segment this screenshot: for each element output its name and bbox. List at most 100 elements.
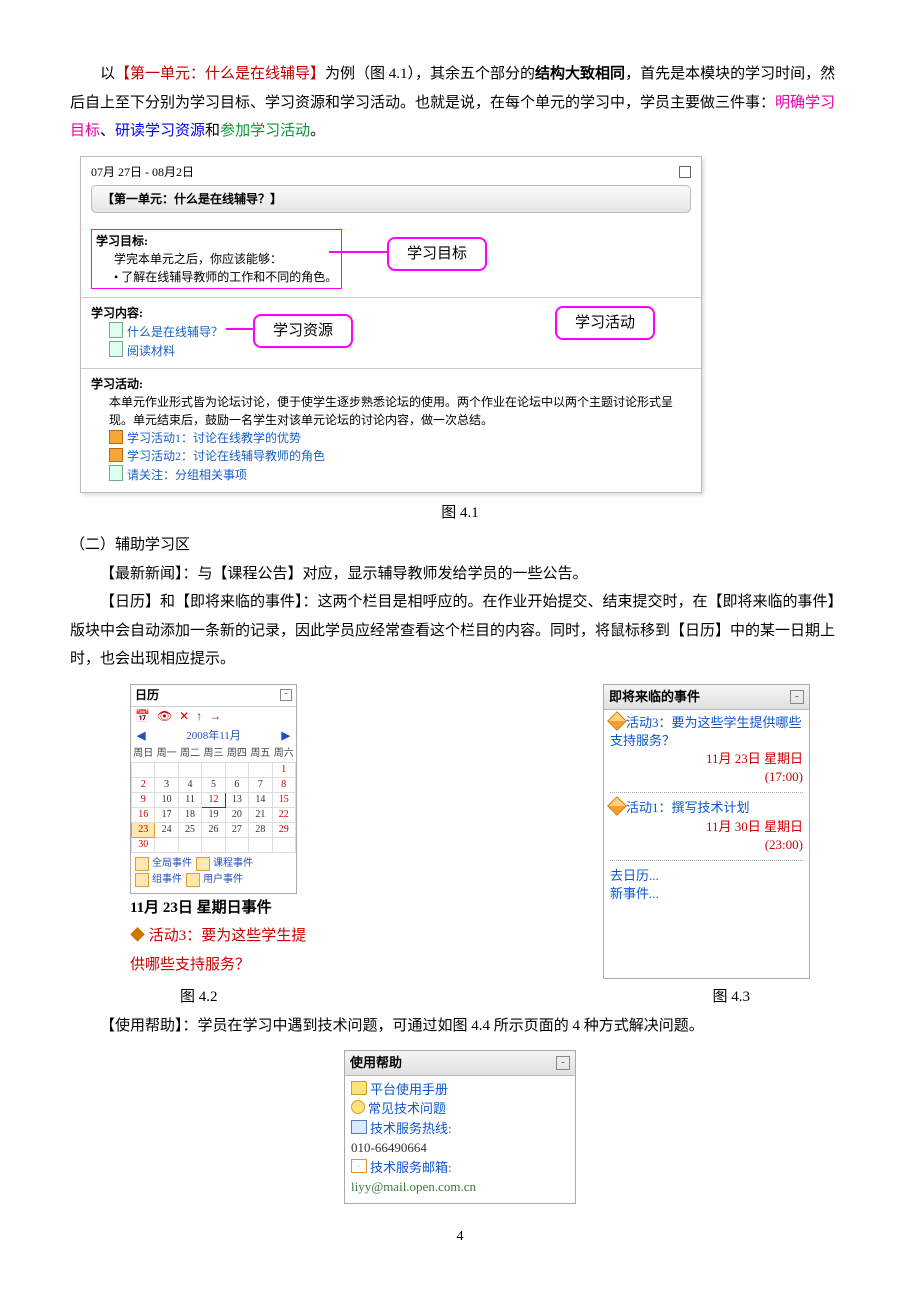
fig43-link2[interactable]: 新事件... xyxy=(610,885,803,903)
legend-2a[interactable]: 组事件 xyxy=(152,873,182,886)
legend-1a[interactable]: 全局事件 xyxy=(152,857,192,870)
fig43-ev1-date2: (17:00) xyxy=(610,768,803,786)
fig41-date-range: 07月 27日 - 08月2日 xyxy=(91,163,194,181)
intro-c3: 参加学习活动 xyxy=(220,123,310,139)
p-news: 【最新新闻】：与【课程公告】对应，显示辅导教师发给学员的一些公告。 xyxy=(70,560,850,589)
event-icon xyxy=(607,711,627,731)
fig43-title: 即将来临的事件 xyxy=(609,688,700,706)
intro-bold1: 结构大致相同 xyxy=(535,66,625,82)
calendar-cell[interactable]: 11 xyxy=(178,792,201,807)
fig44-l2[interactable]: 常见技术问题 xyxy=(368,1101,446,1116)
intro-sep2: 和 xyxy=(205,123,220,139)
calendar-cell[interactable]: 23 xyxy=(132,822,155,837)
intro-sep1: 、 xyxy=(100,123,115,139)
calendar-cell[interactable]: 10 xyxy=(155,792,178,807)
wk-6: 周六 xyxy=(272,745,295,763)
calendar-cell xyxy=(225,837,248,852)
figures-4-2-4-3-row: 日历- 📅 👁 ✕ ↑ → ◀ 2008年11月 ▶ 周日 周一 周二 周三 周… xyxy=(70,684,850,980)
calendar-cell xyxy=(202,762,225,777)
fig44-l1[interactable]: 平台使用手册 xyxy=(370,1082,448,1097)
fig41-activity-link1[interactable]: 学习活动1：讨论在线教学的优势 xyxy=(127,431,301,445)
caption-4-3: 图 4.3 xyxy=(712,983,750,1012)
fig44-l4[interactable]: 技术服务邮箱: xyxy=(370,1160,452,1175)
calendar-cell[interactable]: 3 xyxy=(155,777,178,792)
phone-icon xyxy=(351,1120,367,1134)
calendar-cell[interactable]: 18 xyxy=(178,807,201,822)
fig41-titlebar: 【第一单元：什么是在线辅导？】 xyxy=(91,185,691,213)
calendar-cell[interactable]: 2 xyxy=(132,777,155,792)
fig43-ev1: 活动3：要为这些学生提供哪些支持服务？ xyxy=(610,714,803,750)
calendar-cell[interactable]: 7 xyxy=(249,777,272,792)
prev-month-icon[interactable]: ◀ xyxy=(137,729,145,743)
calendar-cell[interactable]: 20 xyxy=(225,807,248,822)
calendar-cell[interactable]: 22 xyxy=(272,807,295,822)
fig41-content-link2[interactable]: 阅读材料 xyxy=(127,344,175,358)
wk-3: 周三 xyxy=(202,745,225,763)
calendar-cell[interactable]: 19 xyxy=(202,807,225,822)
calendar-cell[interactable]: 12 xyxy=(202,792,225,807)
fig41-collapse-box-icon[interactable] xyxy=(679,166,691,178)
calendar-cell[interactable]: 16 xyxy=(132,807,155,822)
minimize-icon[interactable]: - xyxy=(280,689,292,701)
fig44-email: liyy@mail.open.com.cn xyxy=(351,1177,569,1197)
figure-4-4: 使用帮助- 平台使用手册 常见技术问题 技术服务热线: 010-66490664… xyxy=(344,1050,576,1204)
legend-2b[interactable]: 用户事件 xyxy=(203,873,243,886)
captions-row: 图 4.2 图 4.3 xyxy=(70,983,850,1012)
fig44-l3[interactable]: 技术服务热线: xyxy=(370,1121,452,1136)
legend-1b[interactable]: 课程事件 xyxy=(213,857,253,870)
legend-swatch-icon xyxy=(135,873,149,887)
intro-tail: 。 xyxy=(310,123,325,139)
callout-goal: 学习目标 xyxy=(387,237,487,272)
fig41-content-label: 学习内容: xyxy=(91,304,691,322)
calendar-cell xyxy=(155,762,178,777)
calendar-cell xyxy=(272,837,295,852)
calendar-cell[interactable]: 21 xyxy=(249,807,272,822)
fig43-link1[interactable]: 去日历... xyxy=(610,867,803,885)
calendar-tooltip: 11月 23日 星期日事件 ◆ 活动3：要为这些学生提供哪些支持服务？ xyxy=(130,894,310,980)
calendar-cell[interactable]: 6 xyxy=(225,777,248,792)
calendar-cell[interactable]: 14 xyxy=(249,792,272,807)
calendar-cell xyxy=(132,762,155,777)
fig43-ev1-date1: 11月 23日 星期日 xyxy=(610,750,803,768)
legend-swatch-icon xyxy=(135,857,149,871)
calendar-cell[interactable]: 13 xyxy=(225,792,248,807)
calendar-cell[interactable]: 8 xyxy=(272,777,295,792)
next-month-icon[interactable]: ▶ xyxy=(282,729,290,743)
fig41-content-link1[interactable]: 什么是在线辅导？ xyxy=(127,325,223,339)
tooltip-title: 11月 23日 星期日事件 xyxy=(130,894,310,923)
doc-icon xyxy=(109,465,123,481)
calendar-cell[interactable]: 17 xyxy=(155,807,178,822)
caption-4-2: 图 4.2 xyxy=(180,983,218,1012)
fig41-activity-link2[interactable]: 学习活动2：讨论在线辅导教师的角色 xyxy=(127,449,325,463)
minimize-icon[interactable]: - xyxy=(556,1056,570,1070)
calendar-cell[interactable]: 28 xyxy=(249,822,272,837)
fig42-month[interactable]: 2008年11月 xyxy=(186,729,241,743)
calendar-cell[interactable]: 26 xyxy=(202,822,225,837)
fig41-activity-link3[interactable]: 请关注：分组相关事项 xyxy=(127,468,247,482)
fig42-toolbar-icons[interactable]: 📅 👁 ✕ ↑ → xyxy=(131,707,296,727)
figure-4-1: 07月 27日 - 08月2日 【第一单元：什么是在线辅导？】 学习目标: 学完… xyxy=(80,156,702,493)
intro-after-ref: 为例（图 4.1），其余五个部分的 xyxy=(325,66,535,82)
caption-4-1: 图 4.1 xyxy=(70,499,850,528)
calendar-cell xyxy=(155,837,178,852)
wk-1: 周一 xyxy=(155,745,178,763)
calendar-cell[interactable]: 25 xyxy=(178,822,201,837)
fig41-activity-desc: 本单元作业形式皆为论坛讨论，便于使学生逐步熟悉论坛的使用。两个作业在论坛中以两个… xyxy=(91,393,691,429)
legend-swatch-icon xyxy=(186,873,200,887)
forum-icon xyxy=(109,430,123,444)
doc-icon xyxy=(109,322,123,338)
intro-c2: 研读学习资源 xyxy=(115,123,205,139)
wk-2: 周二 xyxy=(178,745,201,763)
calendar-cell[interactable]: 24 xyxy=(155,822,178,837)
calendar-cell[interactable]: 9 xyxy=(132,792,155,807)
minimize-icon[interactable]: - xyxy=(790,690,804,704)
calendar-cell[interactable]: 15 xyxy=(272,792,295,807)
calendar-cell[interactable]: 4 xyxy=(178,777,201,792)
calendar-cell[interactable]: 30 xyxy=(132,837,155,852)
calendar-cell[interactable]: 29 xyxy=(272,822,295,837)
event-icon xyxy=(607,797,627,817)
calendar-cell[interactable]: 27 xyxy=(225,822,248,837)
calendar-cell[interactable]: 1 xyxy=(272,762,295,777)
calendar-cell[interactable]: 5 xyxy=(202,777,225,792)
calendar-cell xyxy=(178,762,201,777)
